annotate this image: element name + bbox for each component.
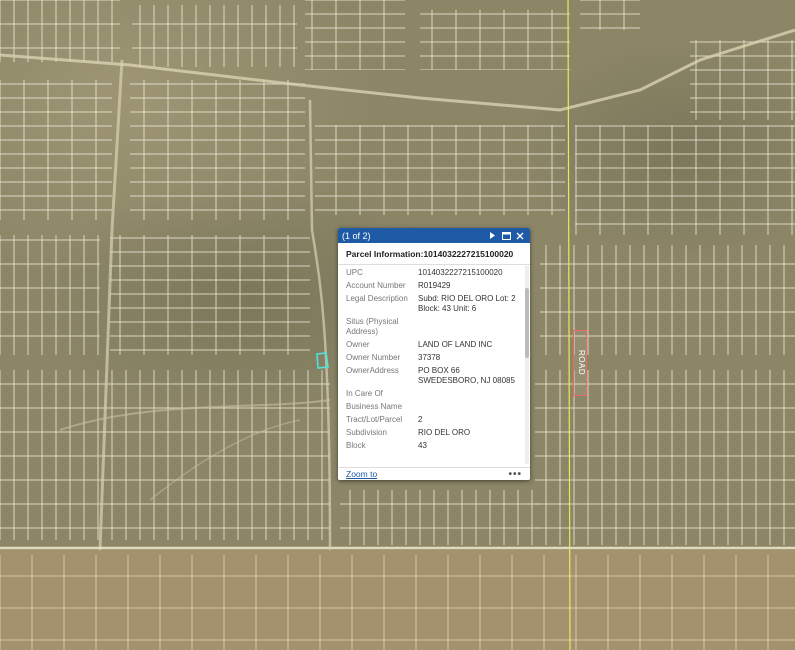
field-label: In Care Of xyxy=(346,389,383,398)
popup-body[interactable]: UPC 1014032227215100020 Account Number R01… xyxy=(338,266,524,464)
road-label: ROAD xyxy=(573,330,587,396)
field-row: Block 43 xyxy=(338,439,524,452)
popup-footer: Zoom to ••• xyxy=(338,467,530,480)
field-label: Business Name xyxy=(346,402,403,411)
parcel-block xyxy=(575,125,795,235)
popup-title: Parcel Information:1014032227215100020 xyxy=(338,243,530,265)
dock-icon[interactable] xyxy=(500,230,512,242)
parcel-block xyxy=(690,40,795,120)
field-row: In Care Of xyxy=(338,387,524,400)
field-row: Business Name xyxy=(338,400,524,413)
field-row: Legal Description Subd: RIO DEL ORO Lot: … xyxy=(338,292,524,315)
parcel-block xyxy=(130,80,305,220)
field-row: Situs (Physical Address) xyxy=(338,315,524,338)
field-row: Tract/Lot/Parcel 2 xyxy=(338,413,524,426)
parcel-block xyxy=(340,490,540,545)
field-value: 43 xyxy=(418,441,427,450)
parcel-block xyxy=(0,235,100,355)
field-value xyxy=(418,317,516,337)
parcel-block xyxy=(132,5,297,67)
parcel-block xyxy=(420,10,570,70)
field-value: 2 xyxy=(418,415,423,424)
field-label: Account Number xyxy=(346,281,406,290)
field-value: RIO DEL ORO xyxy=(418,428,471,437)
parcel-block xyxy=(305,0,405,70)
parcel-block xyxy=(0,0,120,62)
field-value: Subd: RIO DEL ORO Lot: 2 Block: 43 Unit:… xyxy=(418,294,516,313)
zoom-to-link[interactable]: Zoom to xyxy=(346,469,508,479)
field-row: Subdivision RIO DEL ORO xyxy=(338,426,524,439)
parcel-block xyxy=(0,80,112,220)
field-label: Legal Description xyxy=(346,294,408,303)
field-label: Situs (Physical Address) xyxy=(346,317,399,336)
field-row: Owner LAND OF LAND INC xyxy=(338,338,524,351)
feature-count: (1 of 2) xyxy=(342,230,371,241)
field-label: Block xyxy=(346,441,366,450)
field-label: OwnerAddress xyxy=(346,366,399,375)
field-value xyxy=(418,389,516,399)
parcel-block xyxy=(535,370,795,545)
field-row: Account Number R019429 xyxy=(338,279,524,292)
field-value: PO BOX 66 SWEDESBORO, NJ 08085 xyxy=(418,366,515,385)
play-icon[interactable] xyxy=(486,230,498,242)
field-value: 1014032227215100020 xyxy=(418,268,503,277)
parcel-block xyxy=(0,555,795,650)
popup-header: (1 of 2) xyxy=(338,228,530,243)
scrollbar[interactable] xyxy=(525,266,529,464)
field-label: Owner xyxy=(346,340,370,349)
field-label: Owner Number xyxy=(346,353,401,362)
field-value: LAND OF LAND INC xyxy=(418,340,493,349)
field-label: Subdivision xyxy=(346,428,387,437)
scroll-thumb[interactable] xyxy=(525,288,529,358)
field-value: R019429 xyxy=(418,281,451,290)
parcel-block xyxy=(315,125,565,215)
field-value: 37378 xyxy=(418,353,441,362)
field-row: Owner Number 37378 xyxy=(338,351,524,364)
field-row: UPC 1014032227215100020 xyxy=(338,266,524,279)
parcel-block xyxy=(580,0,640,30)
close-icon[interactable] xyxy=(514,230,526,242)
field-label: Tract/Lot/Parcel xyxy=(346,415,403,424)
field-label: UPC xyxy=(346,268,363,277)
field-row: OwnerAddress PO BOX 66 SWEDESBORO, NJ 080… xyxy=(338,364,524,387)
field-value xyxy=(418,402,516,412)
parcel-block xyxy=(0,370,330,540)
parcel-block xyxy=(110,235,310,355)
more-options-icon[interactable]: ••• xyxy=(508,469,522,480)
parcel-popup: (1 of 2) Parcel Information:101403222721… xyxy=(338,228,530,480)
